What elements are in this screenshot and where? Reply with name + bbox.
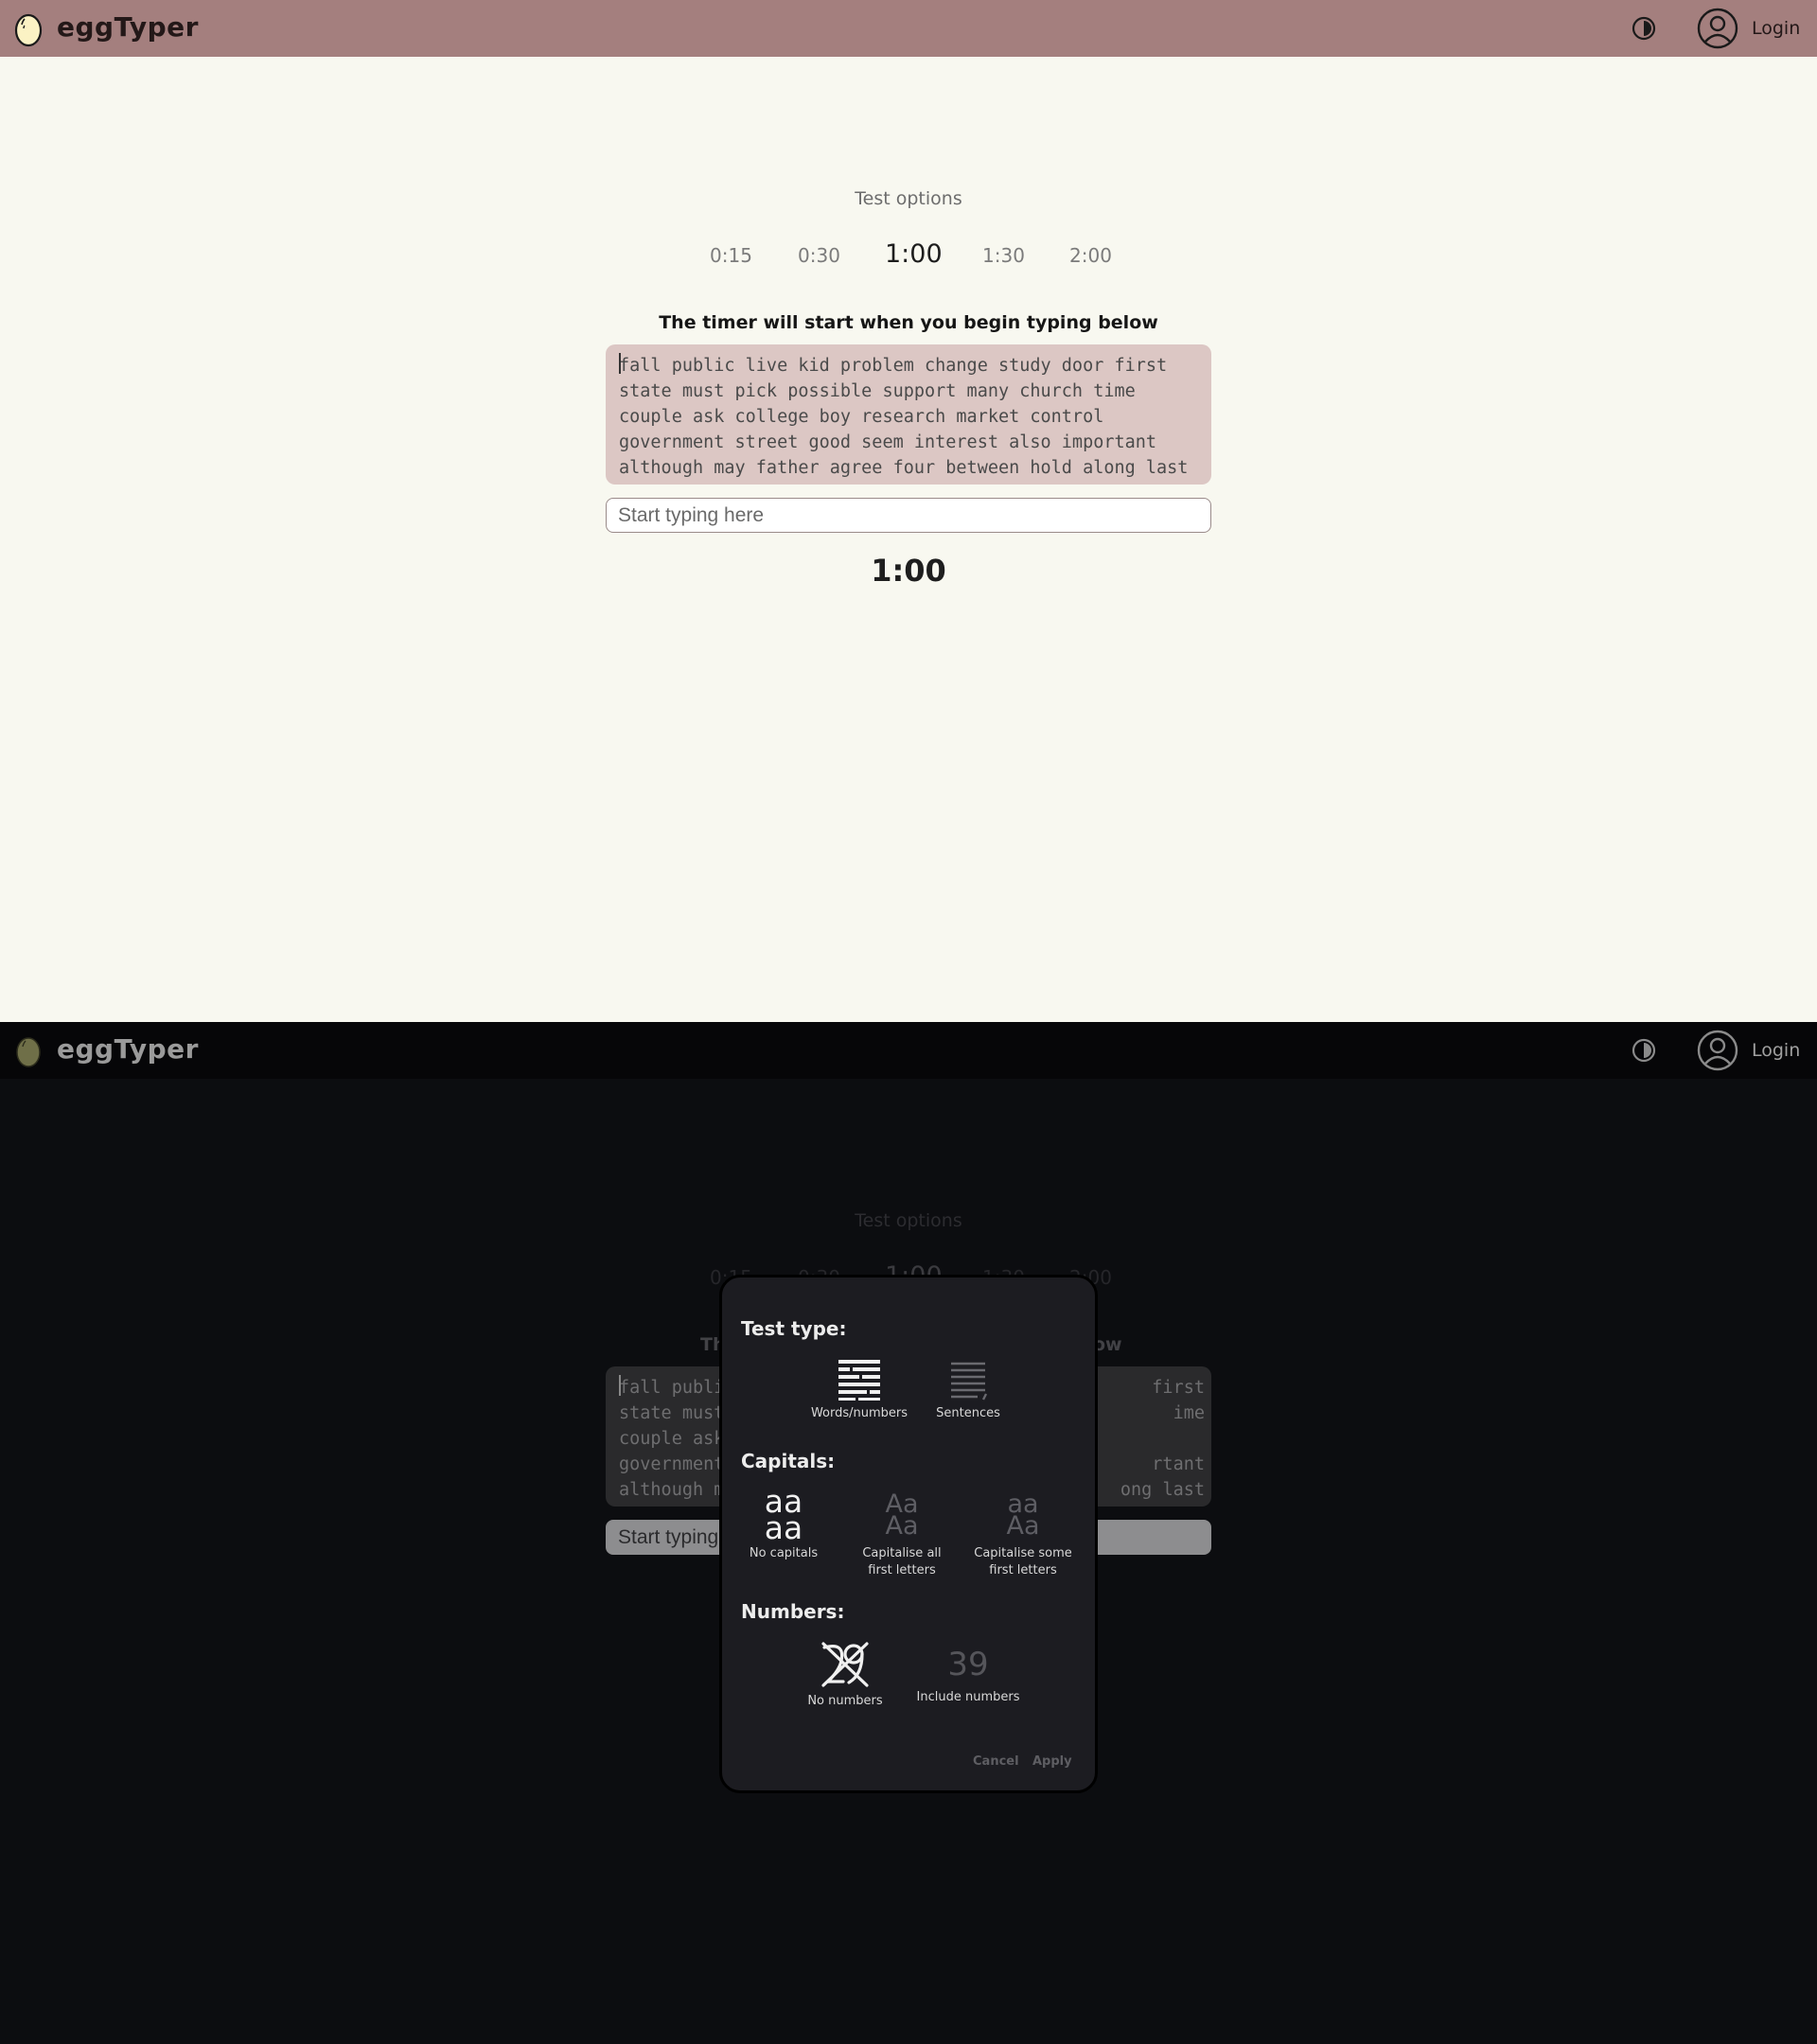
egg-logo-icon[interactable] <box>13 9 44 47</box>
countdown-timer: 1:00 <box>871 553 946 589</box>
test-type-sentences-option[interactable]: Sentences <box>916 1358 1020 1422</box>
word-line: although m <box>619 1480 725 1500</box>
test-type-words-label: Words/numbers <box>810 1406 908 1420</box>
theme-toggle-icon[interactable] <box>1631 1037 1657 1064</box>
words-display: fall public live kid problem change stud… <box>606 344 1211 485</box>
word-line: ong last <box>1120 1480 1205 1500</box>
brand-name[interactable]: eggTyper <box>57 1033 199 1065</box>
capitals-all-label-1: Capitalise all <box>862 1546 942 1560</box>
theme-toggle-icon[interactable] <box>1631 15 1657 42</box>
capitals-all-option[interactable]: Aa Aa Capitalise all first letters <box>836 1491 968 1579</box>
no-capitals-glyph: aa aa <box>736 1486 831 1546</box>
word-line: couple ask <box>619 1429 725 1449</box>
no-numbers-icon <box>821 1642 869 1687</box>
word-line: couple ask college boy research market c… <box>619 407 1104 427</box>
word-line: state must pick possible support many ch… <box>619 381 1136 401</box>
glyph-line: Aa <box>885 1511 919 1541</box>
capitals-some-label-2: first letters <box>989 1563 1057 1577</box>
test-type-title: Test type: <box>741 1317 847 1340</box>
duration-option-1-00[interactable]: 1:00 <box>885 239 943 269</box>
words-right-visible: first ime rtant ong last <box>1101 1375 1205 1503</box>
word-line: ime <box>1173 1403 1205 1423</box>
apply-button[interactable]: Apply <box>1032 1754 1072 1769</box>
brand-name[interactable]: eggTyper <box>57 11 199 43</box>
capitalise-some-glyph: aa Aa <box>957 1491 1089 1545</box>
word-line: first <box>1152 1378 1205 1398</box>
duration-option-1-30[interactable]: 1:30 <box>982 244 1025 267</box>
word-line: fall publi <box>619 1378 725 1398</box>
numbers-none-label: No numbers <box>807 1694 883 1708</box>
user-avatar-icon[interactable] <box>1697 1030 1738 1071</box>
word-line: government street good seem interest als… <box>619 432 1157 452</box>
test-options-modal: Test type: Words/numbers Sentences Capit… <box>719 1275 1098 1793</box>
capitals-all-label-2: first letters <box>868 1563 936 1577</box>
capitals-title: Capitals: <box>741 1450 836 1472</box>
test-type-sentences-label: Sentences <box>936 1406 1000 1420</box>
capitals-none-label: No capitals <box>749 1546 819 1560</box>
words-left-visible: fall publi state must couple ask government… <box>619 1375 724 1503</box>
test-options-button[interactable]: Test options <box>0 188 1817 209</box>
cancel-button[interactable]: Cancel <box>973 1754 1019 1769</box>
numbers-title: Numbers: <box>741 1600 845 1623</box>
test-options-button[interactable]: Test options <box>0 1210 1817 1231</box>
timer-note: The timer will start when you begin typi… <box>659 312 1158 333</box>
word-line: rtant <box>1152 1454 1205 1474</box>
include-numbers-glyph: 39 <box>947 1646 989 1683</box>
timer-note-right: ow <box>1093 1334 1122 1355</box>
egg-logo-icon[interactable] <box>13 1031 44 1069</box>
typing-input[interactable] <box>606 498 1211 533</box>
words-icon <box>838 1360 880 1401</box>
sentences-icon <box>951 1362 988 1401</box>
numbers-include-label: Include numbers <box>916 1690 1020 1704</box>
numbers-include-option[interactable]: 39 Include numbers <box>907 1640 1030 1706</box>
light-screen: eggTyper Login Test options 0:15 0:30 1:… <box>0 0 1817 1022</box>
word-line <box>1101 1426 1205 1452</box>
word-line: fall public live kid problem change stud… <box>619 356 1168 376</box>
duration-option-0-30[interactable]: 0:30 <box>798 244 840 267</box>
top-navbar-dark: eggTyper Login <box>0 1022 1817 1079</box>
user-avatar-icon[interactable] <box>1697 8 1738 49</box>
text-caret <box>619 1375 621 1396</box>
top-navbar: eggTyper Login <box>0 0 1817 57</box>
test-type-words-option[interactable]: Words/numbers <box>807 1358 911 1422</box>
word-line: although may father agree four between h… <box>619 458 1189 478</box>
word-line: government <box>619 1454 725 1474</box>
dark-screen: eggTyper Login Test options 0:15 0:30 1:… <box>0 1022 1817 2044</box>
capitalise-all-glyph: Aa Aa <box>836 1491 968 1545</box>
duration-option-2-00[interactable]: 2:00 <box>1069 244 1112 267</box>
numbers-none-option[interactable]: No numbers <box>793 1640 897 1710</box>
glyph-line: aa <box>764 1509 803 1546</box>
capitals-none-option[interactable]: aa aa No capitals <box>736 1486 831 1562</box>
login-link[interactable]: Login <box>1752 18 1800 39</box>
duration-option-0-15[interactable]: 0:15 <box>710 244 752 267</box>
word-line: state must <box>619 1403 725 1423</box>
glyph-line: Aa <box>1006 1511 1040 1541</box>
capitals-some-option[interactable]: aa Aa Capitalise some first letters <box>957 1491 1089 1579</box>
capitals-some-label-1: Capitalise some <box>974 1546 1072 1560</box>
text-caret <box>619 353 621 374</box>
login-link[interactable]: Login <box>1752 1040 1800 1061</box>
